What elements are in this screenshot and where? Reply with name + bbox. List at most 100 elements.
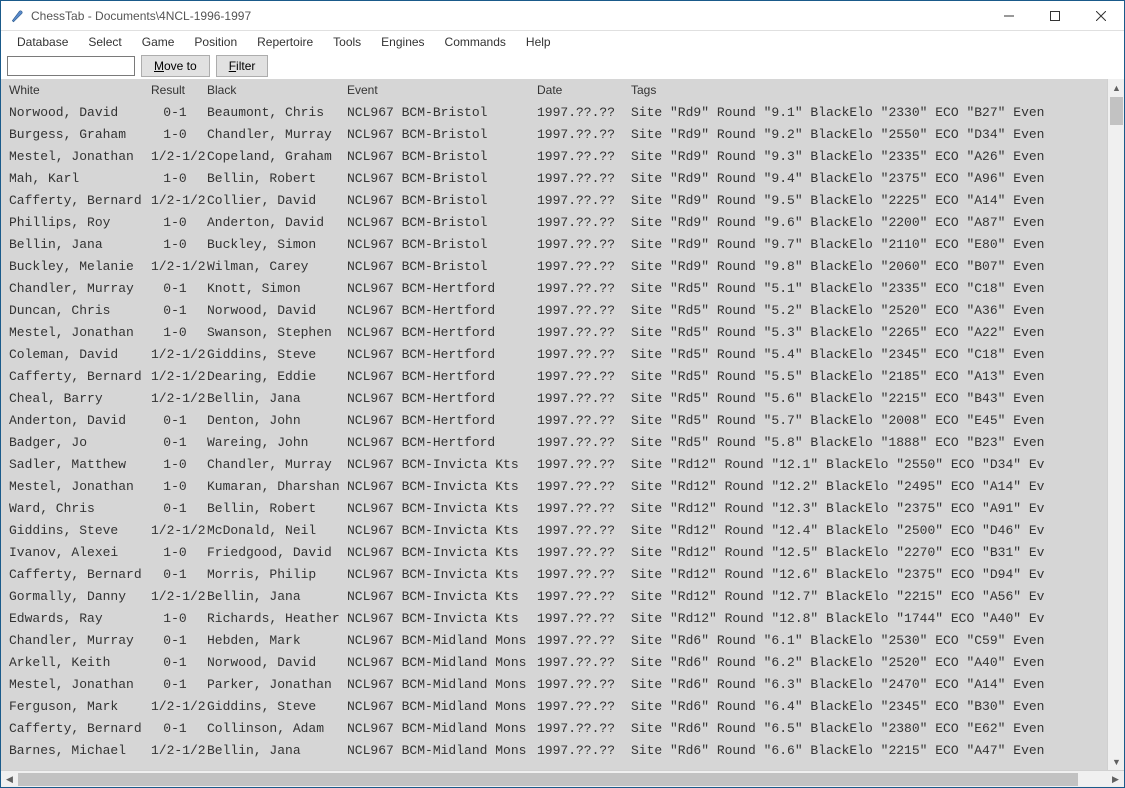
games-grid: White Result Black Event Date Tags Norwo… <box>1 79 1107 761</box>
table-row[interactable]: Phillips, Roy1-0Anderton, DavidNCL967 BC… <box>1 211 1107 233</box>
cell-result: 1/2-1/2 <box>151 369 207 384</box>
cell-date: 1997.??.?? <box>537 325 631 340</box>
minimize-button[interactable] <box>986 1 1032 31</box>
table-row[interactable]: Mestel, Jonathan1-0Swanson, StephenNCL96… <box>1 321 1107 343</box>
cell-result: 1-0 <box>151 611 207 626</box>
table-row[interactable]: Barnes, Michael1/2-1/2Bellin, JanaNCL967… <box>1 739 1107 761</box>
cell-result: 0-1 <box>151 281 207 296</box>
scroll-left-icon[interactable]: ◀ <box>1 771 18 788</box>
cell-black: Norwood, David <box>207 303 347 318</box>
scroll-down-icon[interactable]: ▼ <box>1108 753 1124 770</box>
cell-white: Cafferty, Bernard <box>9 193 151 208</box>
scroll-right-icon[interactable]: ▶ <box>1107 771 1124 788</box>
table-row[interactable]: Chandler, Murray0-1Knott, SimonNCL967 BC… <box>1 277 1107 299</box>
col-header-event[interactable]: Event <box>347 83 537 97</box>
hscroll-track[interactable] <box>18 771 1107 787</box>
cell-tags: Site "Rd6" Round "6.5" BlackElo "2380" E… <box>631 721 1107 736</box>
filter-button[interactable]: Filter <box>216 55 269 77</box>
move-to-button[interactable]: Move to <box>141 55 210 77</box>
cell-result: 1/2-1/2 <box>151 391 207 406</box>
table-row[interactable]: Mah, Karl1-0Bellin, RobertNCL967 BCM-Bri… <box>1 167 1107 189</box>
menu-position[interactable]: Position <box>186 33 245 51</box>
cell-event: NCL967 BCM-Bristol <box>347 127 537 142</box>
cell-date: 1997.??.?? <box>537 281 631 296</box>
table-row[interactable]: Badger, Jo0-1Wareing, JohnNCL967 BCM-Her… <box>1 431 1107 453</box>
col-header-tags[interactable]: Tags <box>631 83 1107 97</box>
horizontal-scrollbar[interactable]: ◀ ▶ <box>1 770 1124 787</box>
cell-tags: Site "Rd12" Round "12.8" BlackElo "1744"… <box>631 611 1107 626</box>
cell-event: NCL967 BCM-Bristol <box>347 259 537 274</box>
table-row[interactable]: Cafferty, Bernard1/2-1/2Collier, DavidNC… <box>1 189 1107 211</box>
table-row[interactable]: Anderton, David0-1Denton, JohnNCL967 BCM… <box>1 409 1107 431</box>
close-button[interactable] <box>1078 1 1124 31</box>
menu-repertoire[interactable]: Repertoire <box>249 33 321 51</box>
cell-result: 1-0 <box>151 215 207 230</box>
cell-tags: Site "Rd5" Round "5.5" BlackElo "2185" E… <box>631 369 1107 384</box>
cell-event: NCL967 BCM-Invicta Kts <box>347 611 537 626</box>
cell-date: 1997.??.?? <box>537 391 631 406</box>
table-row[interactable]: Norwood, David0-1Beaumont, ChrisNCL967 B… <box>1 101 1107 123</box>
cell-tags: Site "Rd12" Round "12.3" BlackElo "2375"… <box>631 501 1107 516</box>
cell-result: 1-0 <box>151 545 207 560</box>
menu-help[interactable]: Help <box>518 33 559 51</box>
table-row[interactable]: Cafferty, Bernard0-1Collinson, AdamNCL96… <box>1 717 1107 739</box>
col-header-date[interactable]: Date <box>537 83 631 97</box>
grid-scroll: White Result Black Event Date Tags Norwo… <box>1 79 1107 770</box>
cell-event: NCL967 BCM-Midland Mons <box>347 677 537 692</box>
cell-tags: Site "Rd9" Round "9.7" BlackElo "2110" E… <box>631 237 1107 252</box>
cell-date: 1997.??.?? <box>537 193 631 208</box>
table-row[interactable]: Ward, Chris0-1Bellin, RobertNCL967 BCM-I… <box>1 497 1107 519</box>
table-row[interactable]: Sadler, Matthew1-0Chandler, MurrayNCL967… <box>1 453 1107 475</box>
cell-tags: Site "Rd12" Round "12.7" BlackElo "2215"… <box>631 589 1107 604</box>
cell-event: NCL967 BCM-Hertford <box>347 391 537 406</box>
col-header-black[interactable]: Black <box>207 83 347 97</box>
menu-commands[interactable]: Commands <box>437 33 514 51</box>
table-row[interactable]: Mestel, Jonathan1/2-1/2Copeland, GrahamN… <box>1 145 1107 167</box>
vertical-scrollbar[interactable]: ▲ ▼ <box>1107 79 1124 770</box>
menu-engines[interactable]: Engines <box>373 33 432 51</box>
table-row[interactable]: Bellin, Jana1-0Buckley, SimonNCL967 BCM-… <box>1 233 1107 255</box>
col-header-white[interactable]: White <box>9 83 151 97</box>
table-row[interactable]: Mestel, Jonathan0-1Parker, JonathanNCL96… <box>1 673 1107 695</box>
cell-date: 1997.??.?? <box>537 479 631 494</box>
menu-tools[interactable]: Tools <box>325 33 369 51</box>
hscroll-thumb[interactable] <box>18 773 1078 786</box>
table-row[interactable]: Mestel, Jonathan1-0Kumaran, DharshanNCL9… <box>1 475 1107 497</box>
cell-white: Mestel, Jonathan <box>9 325 151 340</box>
scroll-up-icon[interactable]: ▲ <box>1108 79 1124 96</box>
table-row[interactable]: Edwards, Ray1-0Richards, HeatherNCL967 B… <box>1 607 1107 629</box>
table-row[interactable]: Buckley, Melanie1/2-1/2Wilman, CareyNCL9… <box>1 255 1107 277</box>
table-row[interactable]: Ferguson, Mark1/2-1/2Giddins, SteveNCL96… <box>1 695 1107 717</box>
table-row[interactable]: Ivanov, Alexei1-0Friedgood, DavidNCL967 … <box>1 541 1107 563</box>
menu-database[interactable]: Database <box>9 33 76 51</box>
titlebar: ChessTab - Documents\4NCL-1996-1997 <box>1 1 1124 31</box>
table-row[interactable]: Cafferty, Bernard0-1Morris, PhilipNCL967… <box>1 563 1107 585</box>
menu-select[interactable]: Select <box>80 33 129 51</box>
cell-result: 1/2-1/2 <box>151 193 207 208</box>
cell-black: Copeland, Graham <box>207 149 347 164</box>
menubar: DatabaseSelect GamePositionRepertoireTool… <box>1 31 1124 53</box>
col-header-result[interactable]: Result <box>151 83 207 97</box>
table-row[interactable]: Arkell, Keith0-1Norwood, DavidNCL967 BCM… <box>1 651 1107 673</box>
cell-tags: Site "Rd6" Round "6.6" BlackElo "2215" E… <box>631 743 1107 758</box>
table-row[interactable]: Chandler, Murray0-1Hebden, MarkNCL967 BC… <box>1 629 1107 651</box>
table-row[interactable]: Cafferty, Bernard1/2-1/2Dearing, EddieNC… <box>1 365 1107 387</box>
table-row[interactable]: Cheal, Barry1/2-1/2Bellin, JanaNCL967 BC… <box>1 387 1107 409</box>
table-row[interactable]: Burgess, Graham1-0Chandler, MurrayNCL967… <box>1 123 1107 145</box>
menu-game[interactable]: Game <box>134 33 183 51</box>
maximize-button[interactable] <box>1032 1 1078 31</box>
table-row[interactable]: Gormally, Danny1/2-1/2Bellin, JanaNCL967… <box>1 585 1107 607</box>
filter-input[interactable] <box>7 56 135 76</box>
cell-date: 1997.??.?? <box>537 721 631 736</box>
cell-date: 1997.??.?? <box>537 435 631 450</box>
table-row[interactable]: Duncan, Chris0-1Norwood, DavidNCL967 BCM… <box>1 299 1107 321</box>
cell-tags: Site "Rd5" Round "5.8" BlackElo "1888" E… <box>631 435 1107 450</box>
table-row[interactable]: Giddins, Steve1/2-1/2McDonald, NeilNCL96… <box>1 519 1107 541</box>
cell-tags: Site "Rd12" Round "12.6" BlackElo "2375"… <box>631 567 1107 582</box>
cell-date: 1997.??.?? <box>537 413 631 428</box>
vscroll-thumb[interactable] <box>1110 97 1123 125</box>
cell-date: 1997.??.?? <box>537 655 631 670</box>
table-row[interactable]: Coleman, David1/2-1/2Giddins, SteveNCL96… <box>1 343 1107 365</box>
cell-white: Arkell, Keith <box>9 655 151 670</box>
cell-result: 0-1 <box>151 655 207 670</box>
